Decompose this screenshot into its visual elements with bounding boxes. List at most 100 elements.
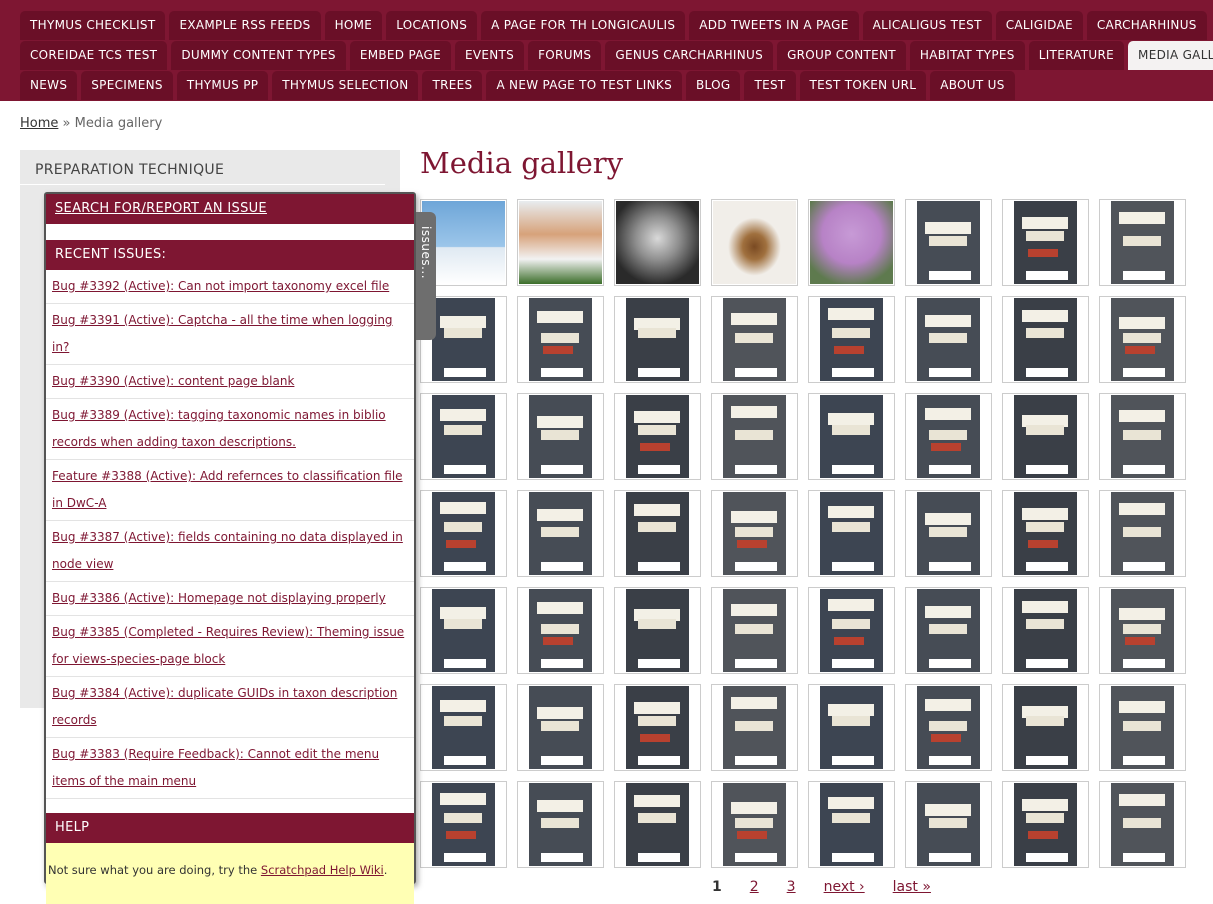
gallery-thumb-specimen-100024[interactable] xyxy=(1002,296,1089,383)
gallery-thumb-specimen-100067[interactable] xyxy=(614,781,701,868)
gallery-thumb-specimen-100070[interactable] xyxy=(905,781,992,868)
gallery-thumb-specimen-100030[interactable] xyxy=(808,393,895,480)
nav-tab-test-token-url[interactable]: TEST TOKEN URL xyxy=(799,71,927,100)
search-report-issue-link[interactable]: SEARCH FOR/REPORT AN ISSUE xyxy=(46,194,414,224)
pager-link[interactable]: 3 xyxy=(787,879,796,895)
nav-tab-locations[interactable]: LOCATIONS xyxy=(386,11,478,40)
nav-tab-home[interactable]: HOME xyxy=(324,11,383,40)
gallery-thumb-specimen-100037b[interactable] xyxy=(808,490,895,577)
gallery-thumb-specimen-100043[interactable] xyxy=(614,587,701,674)
nav-tab-a-page-for-th-longicaulis[interactable]: A PAGE FOR TH LONGICAULIS xyxy=(481,11,686,40)
gallery-thumb-specimen-100019[interactable] xyxy=(517,296,604,383)
gallery-thumb-specimen-100021[interactable] xyxy=(711,296,798,383)
nav-tab-example-rss-feeds[interactable]: EXAMPLE RSS FEEDS xyxy=(169,11,321,40)
nav-tab-group-content[interactable]: GROUP CONTENT xyxy=(777,41,906,70)
nav-tab-trees[interactable]: TREES xyxy=(422,71,483,100)
issue-link[interactable]: Bug #3387 (Active): fields containing no… xyxy=(46,521,414,582)
gallery-thumb-specimen-100056[interactable] xyxy=(1099,587,1186,674)
gallery-thumb-specimen-100032[interactable] xyxy=(1002,393,1089,480)
nav-tab-news[interactable]: NEWS xyxy=(20,71,78,100)
nav-tab-literature[interactable]: LITERATURE xyxy=(1028,41,1125,70)
nav-tab-specimens[interactable]: SPECIMENS xyxy=(81,71,173,100)
gallery-thumb-specimen-100041[interactable] xyxy=(420,587,507,674)
gallery-thumb-pink-flowers[interactable] xyxy=(808,199,895,286)
issue-link[interactable]: Bug #3390 (Active): content page blank xyxy=(46,365,414,399)
gallery-thumb-specimen-100040[interactable] xyxy=(1099,490,1186,577)
gallery-thumb-specimen-100039[interactable] xyxy=(1002,490,1089,577)
gallery-thumb-specimen-100071[interactable] xyxy=(1002,781,1089,868)
nav-tab-embed-page[interactable]: EMBED PAGE xyxy=(349,41,451,70)
issue-link[interactable]: Bug #3383 (Require Feedback): Cannot edi… xyxy=(46,738,414,799)
issue-link[interactable]: Bug #3385 (Completed - Requires Review):… xyxy=(46,616,414,677)
gallery-thumb-specimen-100023[interactable] xyxy=(905,296,992,383)
gallery-thumb-specimen-100058[interactable] xyxy=(517,684,604,771)
gallery-thumb-specimen-100029[interactable] xyxy=(711,393,798,480)
nav-tab-carcharhinus[interactable]: CARCHARHINUS xyxy=(1086,11,1207,40)
nav-tab-add-tweets-in-a-page[interactable]: ADD TWEETS IN A PAGE xyxy=(689,11,859,40)
gallery-thumb-specimen-100065[interactable] xyxy=(420,781,507,868)
gallery-thumb-specimen-100072[interactable] xyxy=(1099,781,1186,868)
nav-tab-caligidae[interactable]: CALIGIDAE xyxy=(995,11,1083,40)
gallery-thumb-specimen-100022[interactable] xyxy=(808,296,895,383)
gallery-thumb-specimen-100059[interactable] xyxy=(614,684,701,771)
gallery-thumb-specimen-100015[interactable] xyxy=(905,199,992,286)
gallery-thumb-specimen-100045[interactable] xyxy=(808,587,895,674)
nav-tab-a-new-page-to-test-links[interactable]: A NEW PAGE TO TEST LINKS xyxy=(486,71,683,100)
gallery-thumb-specimen-100057[interactable] xyxy=(420,684,507,771)
issue-link[interactable]: Feature #3388 (Active): Add refernces to… xyxy=(46,460,414,521)
gallery-thumb-specimen-100027[interactable] xyxy=(517,393,604,480)
nav-tab-habitat-types[interactable]: HABITAT TYPES xyxy=(909,41,1025,70)
nav-tab-media-gallery[interactable]: MEDIA GALLERY xyxy=(1128,41,1213,70)
gallery-thumb-specimen-100066[interactable] xyxy=(517,781,604,868)
gallery-thumb-specimen-100031[interactable] xyxy=(905,393,992,480)
gallery-thumb-specimen-100036[interactable] xyxy=(614,490,701,577)
pager-link[interactable]: last » xyxy=(893,879,931,895)
nav-tab-coreidae-tcs-test[interactable]: COREIDAE TCS TEST xyxy=(20,41,168,70)
nav-tab-dummy-content-types[interactable]: DUMMY CONTENT TYPES xyxy=(171,41,346,70)
gallery-thumb-specimen-100064[interactable] xyxy=(1099,684,1186,771)
gallery-thumb-specimen-100042[interactable] xyxy=(517,587,604,674)
help-wiki-link[interactable]: Scratchpad Help Wiki xyxy=(261,863,384,877)
gallery-thumb-specimen-100033[interactable] xyxy=(1099,393,1186,480)
nav-tab-thymus-selection[interactable]: THYMUS SELECTION xyxy=(272,71,419,100)
issue-link[interactable]: Bug #3384 (Active): duplicate GUIDs in t… xyxy=(46,677,414,738)
gallery-thumb-specimen-100068[interactable] xyxy=(711,781,798,868)
gallery-thumb-specimen-100055[interactable] xyxy=(1002,587,1089,674)
nav-tab-thymus-pp[interactable]: THYMUS PP xyxy=(176,71,269,100)
gallery-thumb-specimen-100037[interactable] xyxy=(711,490,798,577)
nav-tab-about-us[interactable]: ABOUT US xyxy=(930,71,1015,100)
gallery-thumb-specimen-100016[interactable] xyxy=(1002,199,1089,286)
gallery-thumb-specimen-100054[interactable] xyxy=(905,587,992,674)
gallery-thumb-specimen-100017[interactable] xyxy=(1099,199,1186,286)
nav-tab-thymus-checklist[interactable]: THYMUS CHECKLIST xyxy=(20,11,166,40)
gallery-thumb-specimen-100038[interactable] xyxy=(905,490,992,577)
gallery-thumb-specimen-100034[interactable] xyxy=(420,490,507,577)
nav-tab-alicaligus-test[interactable]: ALICALIGUS TEST xyxy=(862,11,992,40)
gallery-thumb-insect-specimen[interactable] xyxy=(711,199,798,286)
gallery-thumb-specimen-100069[interactable] xyxy=(808,781,895,868)
breadcrumb-home-link[interactable]: Home xyxy=(20,116,58,131)
gallery-thumb-specimen-100063[interactable] xyxy=(1002,684,1089,771)
nav-tab-blog[interactable]: BLOG xyxy=(686,71,741,100)
gallery-thumb-specimen-100044[interactable] xyxy=(711,587,798,674)
issue-link[interactable]: Bug #3386 (Active): Homepage not display… xyxy=(46,582,414,616)
issue-link[interactable]: Bug #3389 (Active): tagging taxonomic na… xyxy=(46,399,414,460)
gallery-thumb-specimen-100026[interactable] xyxy=(420,393,507,480)
gallery-thumb-specimen-100028[interactable] xyxy=(614,393,701,480)
nav-tab-events[interactable]: EVENTS xyxy=(455,41,525,70)
gallery-thumb-specimen-100061[interactable] xyxy=(808,684,895,771)
nav-tab-forums[interactable]: FORUMS xyxy=(528,41,602,70)
gallery-thumb-einstein-portrait[interactable] xyxy=(614,199,701,286)
issue-link[interactable]: Bug #3391 (Active): Captcha - all the ti… xyxy=(46,304,414,365)
gallery-thumb-specimen-100020[interactable] xyxy=(614,296,701,383)
gallery-thumb-specimen-100025[interactable] xyxy=(1099,296,1186,383)
nav-tab-test[interactable]: TEST xyxy=(744,71,796,100)
gallery-thumb-specimen-100060[interactable] xyxy=(711,684,798,771)
gallery-thumb-man-portrait[interactable] xyxy=(517,199,604,286)
issue-link[interactable]: Bug #3392 (Active): Can not import taxon… xyxy=(46,270,414,304)
nav-tab-genus-carcharhinus[interactable]: GENUS CARCHARHINUS xyxy=(605,41,774,70)
issues-toggle-tab[interactable]: issues... xyxy=(416,212,436,340)
gallery-thumb-specimen-100035[interactable] xyxy=(517,490,604,577)
gallery-thumb-specimen-100062[interactable] xyxy=(905,684,992,771)
pager-link[interactable]: next › xyxy=(824,879,865,895)
